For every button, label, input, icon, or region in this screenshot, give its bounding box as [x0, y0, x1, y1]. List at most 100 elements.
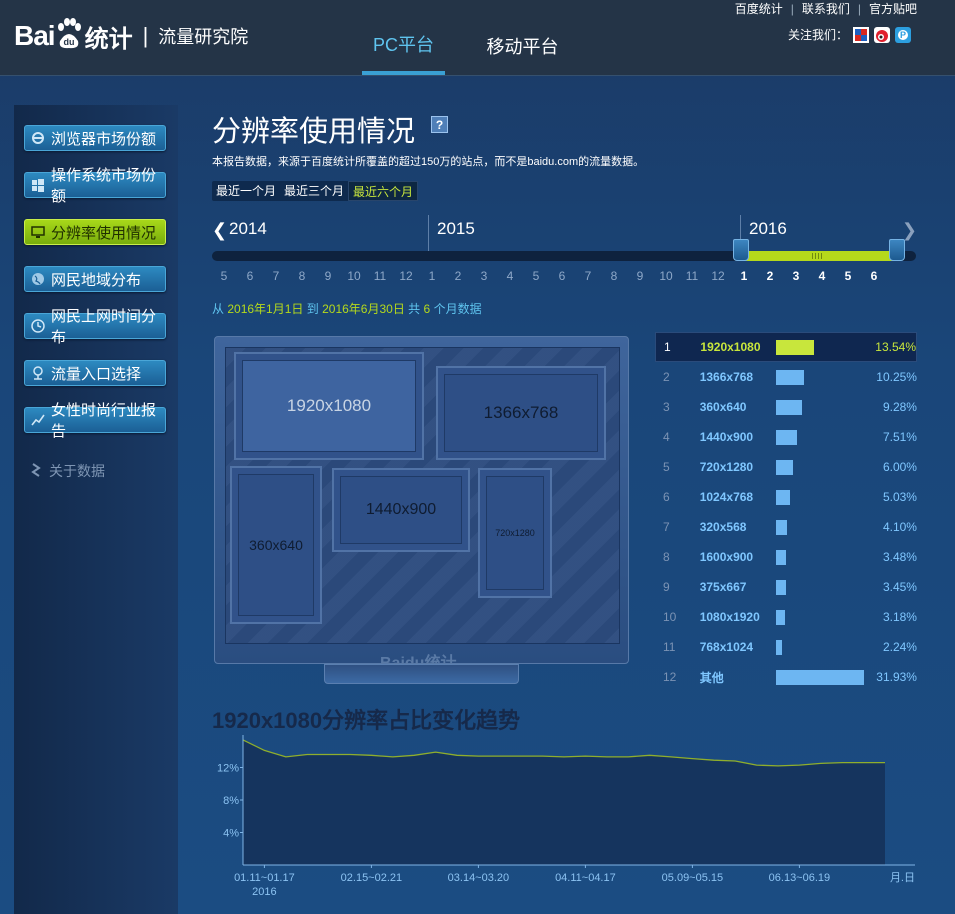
ranking-row[interactable]: 4 1440x900 7.51% [655, 422, 917, 452]
share-bar [776, 669, 865, 685]
ranking-row[interactable]: 5 720x1280 6.00% [655, 452, 917, 482]
sidebar-item-browser-share[interactable]: 浏览器市场份额 [24, 125, 166, 151]
screen-360x640[interactable]: 360x640 [230, 466, 322, 624]
share-percent: 3.48% [882, 550, 917, 564]
timeline-month-2016-4[interactable]: 4 [814, 269, 830, 283]
timeline-month-2014-12[interactable]: 12 [398, 269, 414, 283]
report-description: 本报告数据，来源于百度统计所覆盖的超过150万的站点，而不是baidu.com的… [212, 156, 645, 168]
timeline-month-2015-3[interactable]: 3 [476, 269, 492, 283]
timeline-month-2014-7[interactable]: 7 [268, 269, 284, 283]
entrance-icon [31, 366, 45, 380]
timeline-month-2015-12[interactable]: 12 [710, 269, 726, 283]
link-contact-us[interactable]: 联系我们 [802, 2, 850, 16]
sidebar-item-label: 浏览器市场份额 [51, 130, 157, 148]
tieba-icon[interactable]: P [895, 26, 911, 43]
screen-1366x768[interactable]: 1366x768 [436, 366, 606, 460]
sidebar-item-female-fashion[interactable]: 女性时尚行业报告 [24, 402, 166, 440]
about-data-link[interactable]: 关于数据 [30, 461, 105, 481]
ranking-row[interactable]: 2 1366x768 10.25% [655, 362, 917, 392]
screen-1440x900[interactable]: 1440x900 [332, 468, 470, 552]
share-percent: 5.03% [882, 490, 917, 504]
range-tab-1-month[interactable]: 最近一个月 [212, 181, 280, 201]
share-percent: 10.25% [876, 370, 917, 384]
tab-pc-platform[interactable]: PC平台 [362, 20, 445, 75]
weibo-icon[interactable] [874, 26, 890, 43]
timeline-month-2015-5[interactable]: 5 [528, 269, 544, 283]
timeline-end-handle[interactable] [889, 239, 905, 261]
timeline-month-2015-7[interactable]: 7 [580, 269, 596, 283]
data-icon [30, 462, 44, 481]
tab-mobile-platform[interactable]: 移动平台 [480, 20, 565, 75]
timeline-start-handle[interactable] [733, 239, 749, 261]
paw-icon: du [56, 18, 82, 51]
range-total-label: 共 [408, 302, 421, 316]
range-suffix: 个月数据 [433, 302, 482, 316]
share-bar [776, 339, 814, 355]
timeline-month-2014-11[interactable]: 11 [372, 269, 388, 283]
range-month-count: 6 [423, 302, 431, 316]
timeline-selected-range[interactable] [740, 251, 896, 261]
screen-label: 720x1280 [495, 528, 535, 538]
ranking-row[interactable]: 12 其他 31.93% [655, 662, 917, 692]
ranking-row[interactable]: 10 1080x1920 3.18% [655, 602, 917, 632]
range-tab-6-months[interactable]: 最近六个月 [348, 181, 419, 201]
ranking-row[interactable]: 3 360x640 9.28% [655, 392, 917, 422]
timeline-month-2015-8[interactable]: 8 [606, 269, 622, 283]
screen-label: 1920x1080 [286, 396, 372, 415]
monitor-stand [324, 664, 519, 684]
sidebar-item-label: 分辨率使用情况 [51, 224, 157, 242]
timeline-month-2014-5[interactable]: 5 [216, 269, 232, 283]
share-bar [776, 429, 797, 445]
sidebar: 浏览器市场份额 操作系统市场份额 分辨率使用情况 网民地域分布 网民上网时间分布… [14, 105, 178, 914]
help-icon[interactable]: ? [431, 116, 448, 133]
timeline-month-2014-6[interactable]: 6 [242, 269, 258, 283]
timeline-month-2014-9[interactable]: 9 [320, 269, 336, 283]
range-info: 从 2016年1月1日 到 2016年6月30日 共 6 个月数据 [212, 300, 482, 317]
baidu-tongji-logo[interactable]: Bai du 统计 | 流量研究院 [14, 18, 248, 54]
share-bar [776, 459, 793, 475]
top-header: Bai du 统计 | 流量研究院 PC平台 移动平台 百度统计 | 联系我们 | 官方… [0, 0, 955, 76]
sidebar-item-resolution[interactable]: 分辨率使用情况 [24, 219, 166, 245]
timeline-month-2016-3[interactable]: 3 [788, 269, 804, 283]
chevron-right-icon[interactable]: ❯ [902, 220, 917, 241]
ranking-row[interactable]: 11 768x1024 2.24% [655, 632, 917, 662]
range-tab-3-months[interactable]: 最近三个月 [280, 181, 348, 201]
bar-track [776, 429, 863, 445]
ranking-row[interactable]: 7 320x568 4.10% [655, 512, 917, 542]
link-baidu-tongji[interactable]: 百度统计 [735, 2, 783, 16]
resolution-monitor-illustration: 1920x1080 1366x768 360x640 1440x900 720x… [214, 336, 629, 672]
screen-720x1280[interactable]: 720x1280 [478, 468, 552, 598]
link-official-tieba[interactable]: 官方贴吧 [869, 2, 917, 16]
range-grip [812, 253, 824, 259]
sidebar-item-traffic-entry[interactable]: 流量入口选择 [24, 360, 166, 386]
sidebar-item-os-share[interactable]: 操作系统市场份额 [24, 167, 166, 205]
timeline-month-2014-8[interactable]: 8 [294, 269, 310, 283]
ranking-row[interactable]: 8 1600x900 3.48% [655, 542, 917, 572]
timeline-month-2016-5[interactable]: 5 [840, 269, 856, 283]
x-tick-label: 02.15~02.21 [341, 872, 402, 884]
sidebar-item-region[interactable]: 网民地域分布 [24, 266, 166, 292]
resolution-label: 1366x768 [699, 370, 754, 384]
timeline-month-2015-2[interactable]: 2 [450, 269, 466, 283]
screen-1920x1080[interactable]: 1920x1080 [234, 352, 424, 460]
timeline-month-2015-10[interactable]: 10 [658, 269, 674, 283]
share-percent: 9.28% [882, 400, 917, 414]
timeline-month-2016-1[interactable]: 1 [736, 269, 752, 283]
timeline-month-2014-10[interactable]: 10 [346, 269, 362, 283]
timeline-month-2015-4[interactable]: 4 [502, 269, 518, 283]
chevron-left-icon[interactable]: ❮ [212, 220, 227, 241]
timeline-month-2015-6[interactable]: 6 [554, 269, 570, 283]
sidebar-item-online-time[interactable]: 网民上网时间分布 [24, 308, 166, 346]
plus-icon[interactable] [853, 26, 869, 43]
ranking-row[interactable]: 6 1024x768 5.03% [655, 482, 917, 512]
ranking-row[interactable]: 9 375x667 3.45% [655, 572, 917, 602]
bar-track [776, 579, 863, 595]
timeline-month-2015-9[interactable]: 9 [632, 269, 648, 283]
ranking-row[interactable]: 1 1920x1080 13.54% [655, 332, 917, 362]
timeline-month-2016-2[interactable]: 2 [762, 269, 778, 283]
resolution-label: 720x1280 [699, 460, 754, 474]
share-percent: 2.24% [882, 640, 917, 654]
timeline-month-2015-1[interactable]: 1 [424, 269, 440, 283]
timeline-month-2016-6[interactable]: 6 [866, 269, 882, 283]
timeline-month-2015-11[interactable]: 11 [684, 269, 700, 283]
